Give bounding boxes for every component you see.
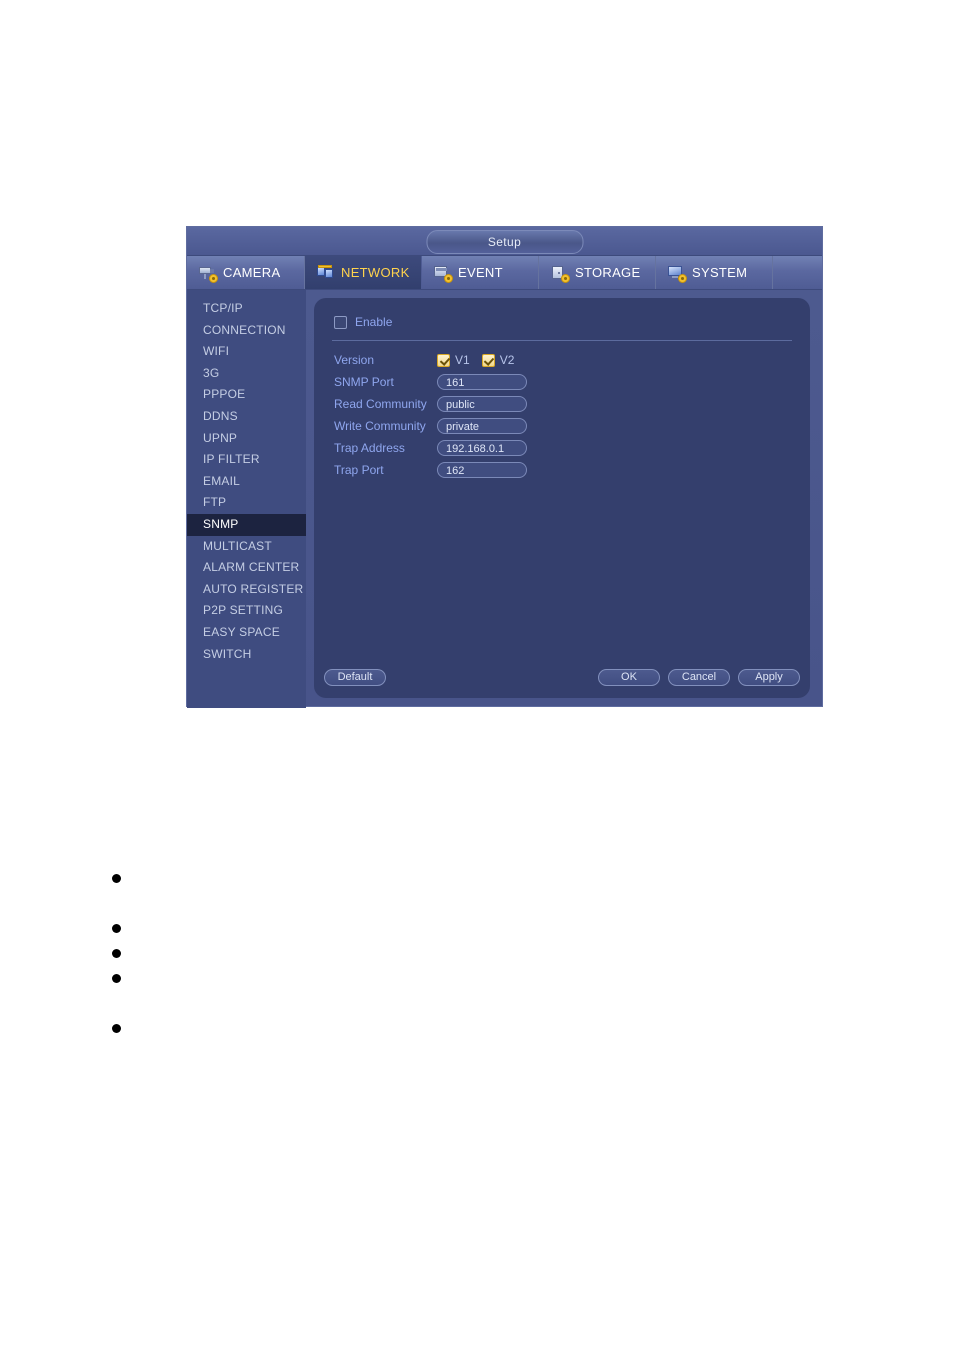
version-v1-label: V1 bbox=[455, 353, 470, 367]
version-v2-checkbox[interactable] bbox=[481, 353, 495, 367]
trap-port-row: Trap Port 162 bbox=[334, 459, 794, 481]
list-item bbox=[112, 974, 121, 983]
sidebar-item-pppoe[interactable]: PPPOE bbox=[187, 384, 306, 406]
snmp-form: Version V1 V2 SNMP Port 161 Read Communi… bbox=[334, 349, 794, 481]
tab-camera-label: CAMERA bbox=[223, 265, 281, 280]
version-row: Version V1 V2 bbox=[334, 349, 794, 371]
ok-button[interactable]: OK bbox=[598, 669, 660, 686]
tab-camera[interactable]: CAMERA bbox=[187, 256, 305, 289]
tab-event[interactable]: EVENT bbox=[422, 256, 539, 289]
sidebar-item-connection[interactable]: CONNECTION bbox=[187, 320, 306, 342]
system-icon bbox=[668, 265, 687, 283]
trap-address-input[interactable]: 192.168.0.1 bbox=[437, 440, 527, 456]
sidebar-item-ftp[interactable]: FTP bbox=[187, 492, 306, 514]
sidebar-item-easy-space[interactable]: EASY SPACE bbox=[187, 622, 306, 644]
setup-dialog: Setup CAMERA NETWORK EVENT STORAGE SYSTE… bbox=[186, 226, 823, 708]
content-area: Enable Version V1 V2 SNMP Port 161 Read … bbox=[306, 290, 822, 708]
version-v1-group: V1 bbox=[437, 353, 470, 367]
sidebar-item-auto-register[interactable]: AUTO REGISTER bbox=[187, 579, 306, 601]
tab-network-label: NETWORK bbox=[341, 265, 410, 280]
sidebar-item-tcpip[interactable]: TCP/IP bbox=[187, 298, 306, 320]
event-icon bbox=[434, 265, 453, 283]
default-button[interactable]: Default bbox=[324, 669, 386, 686]
tab-storage[interactable]: STORAGE bbox=[539, 256, 656, 289]
snmp-settings-panel: Enable Version V1 V2 SNMP Port 161 Read … bbox=[314, 298, 810, 698]
tab-system[interactable]: SYSTEM bbox=[656, 256, 773, 289]
version-v1-checkbox[interactable] bbox=[437, 353, 450, 367]
sidebar-item-alarm-center[interactable]: ALARM CENTER bbox=[187, 557, 306, 579]
tab-storage-label: STORAGE bbox=[575, 265, 641, 280]
apply-button[interactable]: Apply bbox=[738, 669, 800, 686]
trap-port-input[interactable]: 162 bbox=[437, 462, 527, 478]
section-divider bbox=[332, 340, 792, 341]
sidebar-item-ddns[interactable]: DDNS bbox=[187, 406, 306, 428]
snmp-port-label: SNMP Port bbox=[334, 375, 394, 389]
enable-checkbox[interactable] bbox=[334, 315, 347, 329]
version-v2-group: V2 bbox=[481, 353, 515, 367]
network-icon bbox=[317, 264, 335, 281]
sidebar-item-p2p-setting[interactable]: P2P SETTING bbox=[187, 600, 306, 622]
sidebar-item-wifi[interactable]: WIFI bbox=[187, 341, 306, 363]
sidebar-item-switch[interactable]: SWITCH bbox=[187, 644, 306, 666]
dialog-footer: Default OK Cancel Apply bbox=[314, 669, 810, 686]
tab-system-label: SYSTEM bbox=[692, 265, 748, 280]
sidebar-item-snmp[interactable]: SNMP bbox=[187, 513, 306, 536]
write-community-label: Write Community bbox=[334, 419, 426, 433]
network-sidebar: TCP/IP CONNECTION WIFI 3G PPPOE DDNS UPN… bbox=[187, 290, 306, 708]
trap-address-label: Trap Address bbox=[334, 441, 405, 455]
read-community-row: Read Community public bbox=[334, 393, 794, 415]
sidebar-item-multicast[interactable]: MULTICAST bbox=[187, 536, 306, 558]
list-item bbox=[112, 924, 121, 933]
sidebar-item-email[interactable]: EMAIL bbox=[187, 471, 306, 493]
cancel-button[interactable]: Cancel bbox=[668, 669, 730, 686]
write-community-input[interactable]: private bbox=[437, 418, 527, 434]
dialog-titlebar: Setup bbox=[187, 227, 822, 256]
version-v2-label: V2 bbox=[499, 353, 515, 367]
read-community-label: Read Community bbox=[334, 397, 427, 411]
list-item bbox=[112, 1024, 121, 1033]
list-item bbox=[112, 874, 121, 883]
snmp-port-input[interactable]: 161 bbox=[437, 374, 527, 390]
enable-row: Enable bbox=[334, 312, 794, 332]
camera-icon bbox=[199, 265, 218, 283]
read-community-input[interactable]: public bbox=[437, 396, 527, 412]
version-label: Version bbox=[334, 353, 375, 367]
trap-port-label: Trap Port bbox=[334, 463, 384, 477]
main-tabbar: CAMERA NETWORK EVENT STORAGE SYSTEM bbox=[187, 256, 822, 290]
enable-label: Enable bbox=[355, 315, 393, 329]
sidebar-item-ip-filter[interactable]: IP FILTER bbox=[187, 449, 306, 471]
dialog-title: Setup bbox=[426, 230, 583, 254]
write-community-row: Write Community private bbox=[334, 415, 794, 437]
storage-icon bbox=[551, 265, 570, 283]
tab-event-label: EVENT bbox=[458, 265, 503, 280]
list-item bbox=[112, 949, 121, 958]
sidebar-item-3g[interactable]: 3G bbox=[187, 363, 306, 385]
snmp-port-row: SNMP Port 161 bbox=[334, 371, 794, 393]
tab-network[interactable]: NETWORK bbox=[305, 256, 422, 289]
trap-address-row: Trap Address 192.168.0.1 bbox=[334, 437, 794, 459]
dialog-body: TCP/IP CONNECTION WIFI 3G PPPOE DDNS UPN… bbox=[187, 290, 822, 708]
sidebar-item-upnp[interactable]: UPNP bbox=[187, 428, 306, 450]
